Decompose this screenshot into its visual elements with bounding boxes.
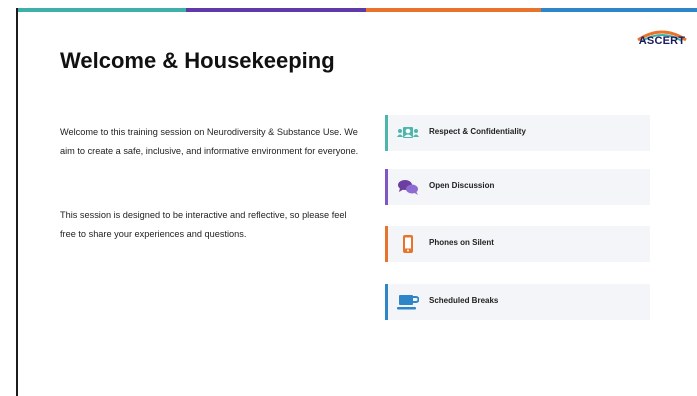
top-accent-bar [16, 8, 697, 12]
card-label: Open Discussion [429, 181, 495, 190]
card-scheduled-breaks: Scheduled Breaks [385, 284, 650, 320]
mobile-phone-icon [397, 235, 419, 253]
card-stripe [385, 284, 388, 320]
coffee-cup-icon [397, 293, 420, 311]
card-label: Respect & Confidentiality [429, 127, 526, 136]
chat-bubbles-icon [397, 178, 419, 196]
ascert-logo: ASCERT [632, 26, 692, 52]
session-paragraph: This session is designed to be interacti… [60, 210, 347, 239]
intro-paragraph: Welcome to this training session on Neur… [60, 127, 359, 156]
card-phones-on-silent: Phones on Silent [385, 226, 650, 262]
logo-text: ASCERT [638, 35, 686, 47]
card-stripe [385, 169, 388, 205]
card-label: Phones on Silent [429, 238, 494, 247]
card-stripe [385, 226, 388, 262]
card-label: Scheduled Breaks [429, 296, 499, 305]
left-border-line [16, 8, 18, 396]
card-open-discussion: Open Discussion [385, 169, 650, 205]
slide-title: Welcome & Housekeeping [60, 48, 335, 73]
slide: ASCERT Welcome & Housekeeping Welcome to… [0, 0, 697, 396]
card-respect-confidentiality: Respect & Confidentiality [385, 115, 650, 151]
card-stripe [385, 115, 388, 151]
people-group-icon [397, 124, 419, 142]
